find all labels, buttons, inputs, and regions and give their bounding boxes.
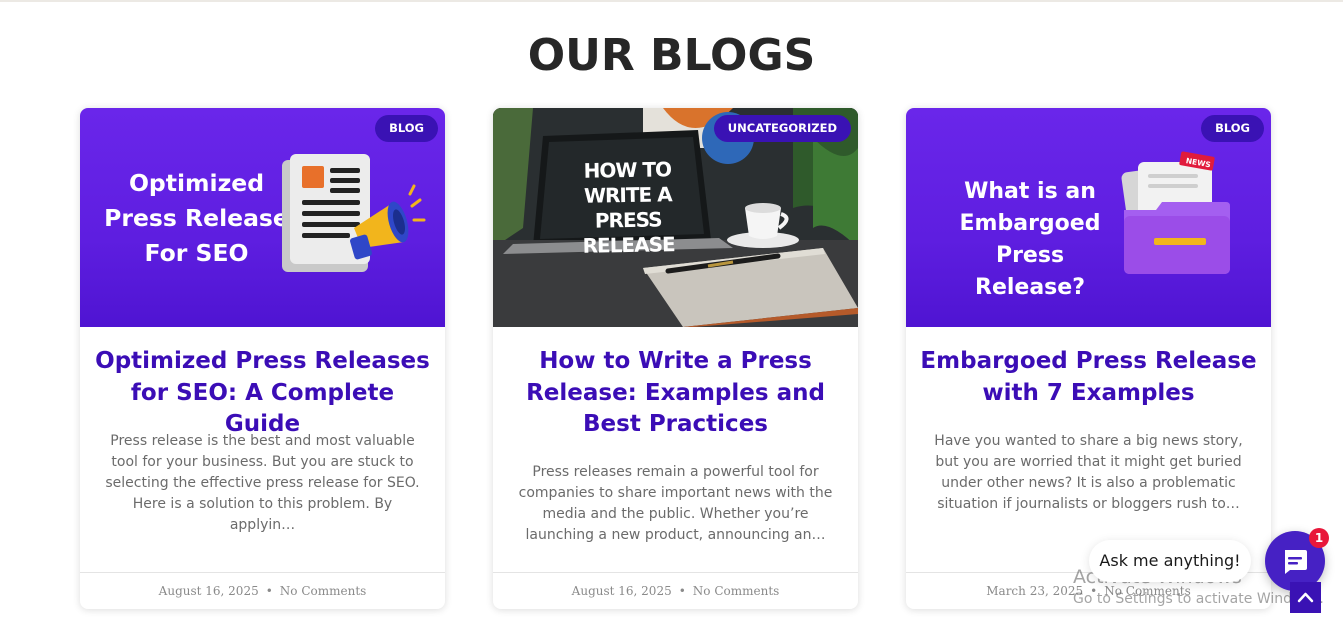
post-excerpt: Have you wanted to share a big news stor… — [934, 433, 1243, 512]
post-meta: August 16, 2025 • No Comments — [80, 572, 445, 609]
section-title: OUR BLOGS — [527, 30, 816, 81]
post-meta: August 16, 2025 • No Comments — [493, 572, 858, 609]
post-comments-link[interactable]: No Comments — [693, 584, 780, 598]
thumbnail-caption-line: HOW TO WRITE A — [583, 157, 672, 208]
post-comments-link[interactable]: No Comments — [280, 584, 367, 598]
newspaper-megaphone-icon — [282, 154, 426, 272]
thumbnail-caption-line: What is an — [964, 179, 1096, 204]
activation-watermark-subtitle: Go to Settings to activate Windows. — [1073, 591, 1324, 607]
thumbnail-caption: Optimized Press Release For SEO — [94, 166, 299, 271]
post-thumbnail[interactable]: Optimized Press Release For SEO BLOG — [80, 108, 445, 327]
blog-card[interactable]: Optimized Press Release For SEO BLOG Opt… — [80, 108, 445, 609]
category-badge[interactable]: BLOG — [1201, 115, 1264, 142]
blog-card[interactable]: What is an Embargoed Press Release? NEWS… — [906, 108, 1271, 609]
post-date: August 16, 2025 — [158, 584, 259, 598]
thumbnail-caption-line: Press Release? — [975, 243, 1085, 300]
category-badge[interactable]: UNCATEGORIZED — [713, 115, 851, 142]
scroll-to-top-button[interactable] — [1290, 582, 1321, 613]
post-title[interactable]: Optimized Press Releases for SEO: A Comp… — [94, 346, 431, 441]
chevron-up-icon — [1297, 592, 1314, 603]
post-thumbnail[interactable]: HOW TO WRITE A PRESS RELEASE UNCATEGORIZ… — [493, 108, 858, 327]
post-excerpt: Press releases remain a powerful tool fo… — [518, 464, 833, 543]
blog-card[interactable]: HOW TO WRITE A PRESS RELEASE UNCATEGORIZ… — [493, 108, 858, 609]
post-thumbnail[interactable]: What is an Embargoed Press Release? NEWS… — [906, 108, 1271, 327]
post-title[interactable]: Embargoed Press Release with 7 Examples — [920, 346, 1257, 409]
thumbnail-caption: HOW TO WRITE A PRESS RELEASE — [552, 157, 704, 260]
top-divider — [0, 0, 1343, 2]
post-date: March 23, 2025 — [986, 584, 1084, 598]
thumbnail-caption-line: Embargoed — [959, 211, 1101, 236]
chat-prompt-bubble[interactable]: Ask me anything! — [1089, 540, 1251, 582]
thumbnail-caption: What is an Embargoed Press Release? — [942, 176, 1118, 304]
thumbnail-caption-line: Optimized — [128, 169, 265, 197]
meta-separator: • — [265, 584, 273, 598]
thumbnail-caption-line: Press Release — [104, 204, 289, 232]
folder-documents-icon: NEWS — [1121, 151, 1230, 274]
thumbnail-caption-line: For SEO — [144, 239, 249, 267]
post-excerpt: Press release is the best and most valua… — [105, 433, 420, 533]
thumbnail-caption-line: PRESS RELEASE — [582, 207, 675, 258]
meta-separator: • — [678, 584, 686, 598]
unread-count-badge: 1 — [1309, 528, 1329, 548]
category-badge[interactable]: BLOG — [375, 115, 438, 142]
post-title[interactable]: How to Write a Press Release: Examples a… — [507, 346, 844, 441]
post-date: August 16, 2025 — [571, 584, 672, 598]
